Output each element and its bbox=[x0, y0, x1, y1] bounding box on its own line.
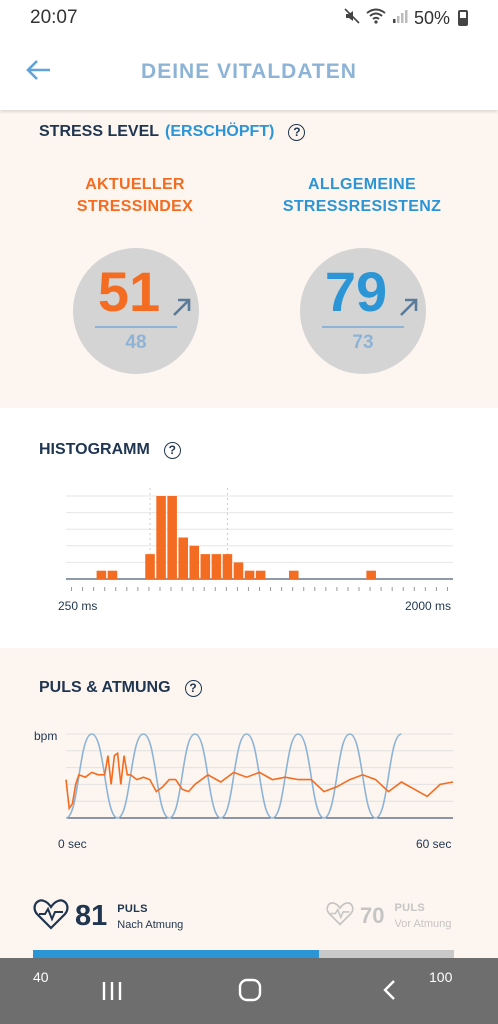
pulse-after-value: 81 bbox=[75, 900, 108, 932]
trend-up-icon bbox=[173, 298, 191, 316]
signal-icon bbox=[392, 8, 408, 29]
page-title: DEINE VITALDATEN bbox=[141, 60, 357, 83]
pulse-before-label: PULS Vor Atmung bbox=[394, 902, 451, 930]
pulse-range-max: 100 bbox=[429, 969, 453, 985]
current-stress-gauge: 51 48 bbox=[73, 248, 199, 374]
breathing-series-line bbox=[65, 733, 402, 819]
histogram-section: HISTOGRAMM ? 250 ms 2000 ms bbox=[0, 408, 498, 648]
stress-level-section: STRESS LEVEL (ERSCHÖPFT) ? AKTUELLER STR… bbox=[0, 110, 498, 408]
navigation-bar bbox=[0, 958, 498, 1024]
status-icons: 50% bbox=[344, 8, 468, 29]
heart-pulse-icon bbox=[33, 898, 69, 935]
stress-resistance-title: ALLGEMEINE STRESSRESISTENZ bbox=[262, 174, 462, 218]
recent-apps-icon[interactable] bbox=[99, 972, 125, 1013]
status-time: 20:07 bbox=[30, 7, 78, 28]
battery-percent: 50% bbox=[413, 7, 450, 28]
histogram-bar bbox=[156, 496, 166, 579]
puls-y-label: bpm bbox=[34, 729, 58, 743]
pulse-before-breathing: 70 PULS Vor Atmung bbox=[326, 901, 451, 931]
back-icon[interactable] bbox=[378, 972, 402, 1013]
mute-icon bbox=[344, 7, 360, 29]
pulse-before-value: 70 bbox=[360, 903, 385, 928]
pulse-range-fill bbox=[33, 950, 320, 958]
stress-resistance-value: 79 bbox=[324, 260, 388, 323]
histogram-bar bbox=[233, 562, 244, 579]
pulse-range-min: 40 bbox=[33, 969, 49, 985]
stress-resistance-previous: 73 bbox=[352, 332, 374, 353]
stress-level-heading: STRESS LEVEL (ERSCHÖPFT) ? bbox=[39, 123, 306, 141]
trend-up-icon bbox=[400, 298, 418, 316]
gauge-divider bbox=[95, 326, 177, 328]
stress-level-title: STRESS LEVEL bbox=[39, 123, 160, 140]
histogram-bar bbox=[107, 570, 118, 579]
current-stress-title-line1: AKTUELLER bbox=[85, 176, 185, 193]
gauge-divider bbox=[322, 326, 404, 328]
histogram-bar bbox=[200, 554, 211, 579]
stress-resistance-gauge: 79 73 bbox=[300, 248, 426, 374]
histogram-bar bbox=[167, 496, 177, 579]
battery-icon bbox=[458, 10, 468, 26]
stress-resistance-title-line2: STRESSRESISTENZ bbox=[282, 198, 442, 215]
puls-atmung-section: PULS & ATMUNG ? bpm 0 sec 60 sec 81 PULS… bbox=[0, 648, 498, 958]
puls-x-max-label: 60 sec bbox=[416, 837, 452, 851]
home-icon[interactable] bbox=[235, 972, 265, 1013]
histogram-bar bbox=[222, 554, 233, 579]
histogram-x-min-label: 250 ms bbox=[58, 599, 98, 613]
heart-pulse-icon bbox=[326, 901, 354, 931]
wifi-icon bbox=[366, 8, 386, 29]
help-icon[interactable]: ? bbox=[288, 123, 306, 141]
histogram-bar bbox=[244, 570, 255, 579]
pulse-after-title: PULS bbox=[117, 902, 148, 915]
histogram-bar bbox=[178, 537, 188, 579]
histogram-bar bbox=[96, 570, 107, 579]
histogram-bar bbox=[255, 570, 266, 579]
pulse-after-label: PULS Nach Atmung bbox=[117, 903, 183, 931]
pulse-before-subtitle: Vor Atmung bbox=[394, 918, 452, 930]
puls-x-min-label: 0 sec bbox=[58, 837, 87, 851]
histogram-bar bbox=[366, 570, 376, 579]
histogram-bar bbox=[189, 545, 200, 579]
histogram-bar bbox=[288, 570, 299, 579]
histogram-x-max-label: 2000 ms bbox=[405, 599, 452, 613]
pulse-after-subtitle: Nach Atmung bbox=[117, 918, 184, 931]
current-stress-title: AKTUELLER STRESSINDEX bbox=[35, 174, 235, 218]
stress-state: (ERSCHÖPFT) bbox=[165, 123, 275, 140]
app-bar: DEINE VITALDATEN bbox=[0, 36, 498, 110]
histogram-bar bbox=[211, 554, 222, 579]
pulse-before-title: PULS bbox=[394, 902, 426, 914]
histogram-bar bbox=[145, 554, 155, 579]
stress-resistance-title-line1: ALLGEMEINE bbox=[308, 176, 416, 193]
status-bar: 20:07 50% bbox=[0, 0, 498, 36]
current-stress-value: 51 bbox=[97, 260, 161, 323]
pulse-range-bar bbox=[33, 950, 454, 958]
pulse-after-breathing: 81 PULS Nach Atmung bbox=[33, 898, 183, 935]
current-stress-title-line2: STRESSINDEX bbox=[76, 198, 194, 215]
current-stress-previous: 48 bbox=[125, 332, 147, 353]
